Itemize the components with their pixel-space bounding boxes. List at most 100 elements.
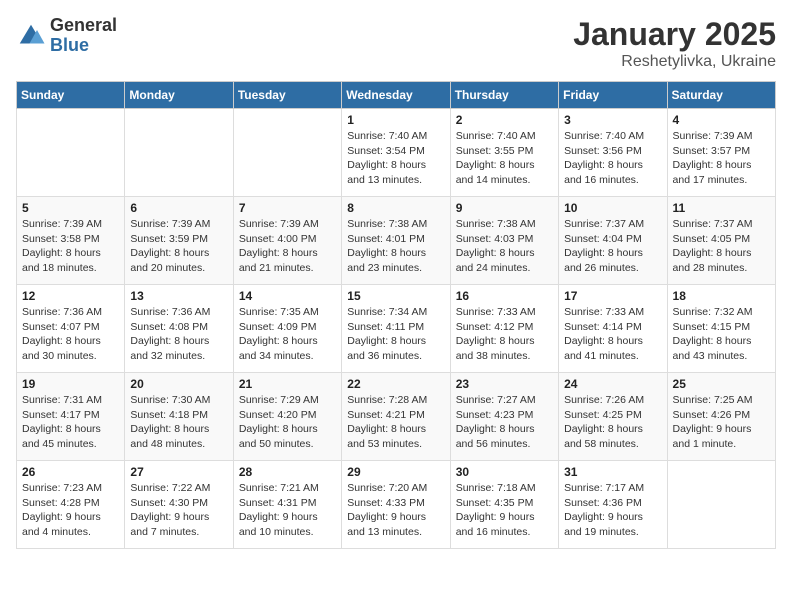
calendar-table: SundayMondayTuesdayWednesdayThursdayFrid… [16,81,776,549]
day-number: 29 [347,465,444,479]
calendar-cell: 1Sunrise: 7:40 AMSunset: 3:54 PMDaylight… [342,109,450,197]
calendar-cell [233,109,341,197]
calendar-cell: 31 Sunrise: 7:17 AMSunset: 4:36 PMDayligh… [559,461,667,549]
calendar-cell: 25Sunrise: 7:25 AMSunset: 4:26 PMDayligh… [667,373,775,461]
calendar-cell: 7 Sunrise: 7:39 AMSunset: 4:00 PMDaylight… [233,197,341,285]
day-info: Sunrise: 7:22 AMSunset: 4:30 PMDaylight:… [130,481,227,540]
calendar-cell [667,461,775,549]
calendar-cell: 10 Sunrise: 7:37 AMSunset: 4:04 PMDayligh… [559,197,667,285]
day-number: 31 [564,465,661,479]
day-info: Sunrise: 7:31 AMSunset: 4:17 PMDaylight:… [22,393,119,452]
day-number: 5 [22,201,119,215]
day-info: Sunrise: 7:36 AMSunset: 4:07 PMDaylight:… [22,305,119,364]
calendar-week-row: 19 Sunrise: 7:31 AMSunset: 4:17 PMDayligh… [17,373,776,461]
calendar-cell: 4 Sunrise: 7:39 AMSunset: 3:57 PMDaylight… [667,109,775,197]
day-info: Sunrise: 7:37 AMSunset: 4:04 PMDaylight:… [564,217,661,276]
day-number: 27 [130,465,227,479]
day-info: Sunrise: 7:40 AMSunset: 3:54 PMDaylight:… [347,129,444,188]
day-info: Sunrise: 7:18 AMSunset: 4:35 PMDaylight:… [456,481,553,540]
day-info: Sunrise: 7:39 AMSunset: 4:00 PMDaylight:… [239,217,336,276]
calendar-cell: 19 Sunrise: 7:31 AMSunset: 4:17 PMDayligh… [17,373,125,461]
day-number: 12 [22,289,119,303]
calendar-cell: 14 Sunrise: 7:35 AMSunset: 4:09 PMDayligh… [233,285,341,373]
day-info: Sunrise: 7:39 AMSunset: 3:57 PMDaylight:… [673,129,770,188]
day-info: Sunrise: 7:39 AMSunset: 3:59 PMDaylight:… [130,217,227,276]
day-number: 17 [564,289,661,303]
calendar-cell: 16 Sunrise: 7:33 AMSunset: 4:12 PMDayligh… [450,285,558,373]
day-of-week-header: Friday [559,82,667,109]
day-info: Sunrise: 7:40 AMSunset: 3:56 PMDaylight:… [564,129,661,188]
calendar-cell: 28 Sunrise: 7:21 AMSunset: 4:31 PMDayligh… [233,461,341,549]
day-info: Sunrise: 7:37 AMSunset: 4:05 PMDaylight:… [673,217,770,276]
day-info: Sunrise: 7:32 AMSunset: 4:15 PMDaylight:… [673,305,770,364]
day-number: 6 [130,201,227,215]
logo-text: General Blue [50,16,117,56]
calendar-cell: 2 Sunrise: 7:40 AMSunset: 3:55 PMDaylight… [450,109,558,197]
day-number: 21 [239,377,336,391]
calendar-cell: 26 Sunrise: 7:23 AMSunset: 4:28 PMDayligh… [17,461,125,549]
day-of-week-header: Tuesday [233,82,341,109]
day-number: 11 [673,201,770,215]
day-number: 4 [673,113,770,127]
calendar-header-row: SundayMondayTuesdayWednesdayThursdayFrid… [17,82,776,109]
month-title: January 2025 [573,16,776,53]
day-number: 19 [22,377,119,391]
day-number: 20 [130,377,227,391]
calendar-week-row: 5 Sunrise: 7:39 AMSunset: 3:58 PMDaylight… [17,197,776,285]
location-title: Reshetylivka, Ukraine [573,53,776,71]
day-info: Sunrise: 7:30 AMSunset: 4:18 PMDaylight:… [130,393,227,452]
day-number: 22 [347,377,444,391]
day-info: Sunrise: 7:38 AMSunset: 4:03 PMDaylight:… [456,217,553,276]
day-info: Sunrise: 7:36 AMSunset: 4:08 PMDaylight:… [130,305,227,364]
day-number: 8 [347,201,444,215]
day-of-week-header: Thursday [450,82,558,109]
calendar-cell: 8 Sunrise: 7:38 AMSunset: 4:01 PMDaylight… [342,197,450,285]
calendar-week-row: 26 Sunrise: 7:23 AMSunset: 4:28 PMDayligh… [17,461,776,549]
calendar-cell [17,109,125,197]
day-number: 14 [239,289,336,303]
day-number: 7 [239,201,336,215]
day-info: Sunrise: 7:27 AMSunset: 4:23 PMDaylight:… [456,393,553,452]
day-info: Sunrise: 7:40 AMSunset: 3:55 PMDaylight:… [456,129,553,188]
day-of-week-header: Saturday [667,82,775,109]
logo: General Blue [16,16,117,56]
day-number: 28 [239,465,336,479]
calendar-cell: 27 Sunrise: 7:22 AMSunset: 4:30 PMDayligh… [125,461,233,549]
day-info: Sunrise: 7:23 AMSunset: 4:28 PMDaylight:… [22,481,119,540]
day-number: 9 [456,201,553,215]
calendar-cell: 11 Sunrise: 7:37 AMSunset: 4:05 PMDayligh… [667,197,775,285]
day-number: 10 [564,201,661,215]
day-info: Sunrise: 7:17 AMSunset: 4:36 PMDaylight:… [564,481,661,540]
calendar-cell: 17 Sunrise: 7:33 AMSunset: 4:14 PMDayligh… [559,285,667,373]
day-number: 13 [130,289,227,303]
day-number: 26 [22,465,119,479]
calendar-cell: 29Sunrise: 7:20 AMSunset: 4:33 PMDayligh… [342,461,450,549]
day-number: 16 [456,289,553,303]
calendar-cell: 24 Sunrise: 7:26 AMSunset: 4:25 PMDayligh… [559,373,667,461]
day-number: 30 [456,465,553,479]
day-number: 3 [564,113,661,127]
day-info: Sunrise: 7:26 AMSunset: 4:25 PMDaylight:… [564,393,661,452]
day-number: 24 [564,377,661,391]
day-info: Sunrise: 7:33 AMSunset: 4:14 PMDaylight:… [564,305,661,364]
day-info: Sunrise: 7:38 AMSunset: 4:01 PMDaylight:… [347,217,444,276]
day-info: Sunrise: 7:25 AMSunset: 4:26 PMDaylight:… [673,393,770,452]
day-info: Sunrise: 7:39 AMSunset: 3:58 PMDaylight:… [22,217,119,276]
logo-general-label: General [50,16,117,36]
logo-icon [16,21,46,51]
calendar-cell [125,109,233,197]
logo-blue-label: Blue [50,36,117,56]
day-info: Sunrise: 7:29 AMSunset: 4:20 PMDaylight:… [239,393,336,452]
day-info: Sunrise: 7:28 AMSunset: 4:21 PMDaylight:… [347,393,444,452]
day-number: 18 [673,289,770,303]
calendar-cell: 9 Sunrise: 7:38 AMSunset: 4:03 PMDaylight… [450,197,558,285]
calendar-cell: 30 Sunrise: 7:18 AMSunset: 4:35 PMDayligh… [450,461,558,549]
day-of-week-header: Sunday [17,82,125,109]
day-number: 2 [456,113,553,127]
day-of-week-header: Wednesday [342,82,450,109]
day-info: Sunrise: 7:21 AMSunset: 4:31 PMDaylight:… [239,481,336,540]
day-info: Sunrise: 7:33 AMSunset: 4:12 PMDaylight:… [456,305,553,364]
calendar-cell: 20 Sunrise: 7:30 AMSunset: 4:18 PMDayligh… [125,373,233,461]
calendar-cell: 23Sunrise: 7:27 AMSunset: 4:23 PMDayligh… [450,373,558,461]
day-info: Sunrise: 7:35 AMSunset: 4:09 PMDaylight:… [239,305,336,364]
